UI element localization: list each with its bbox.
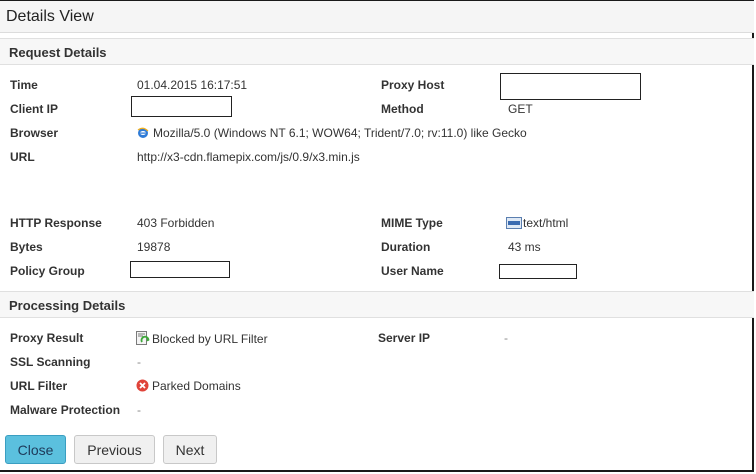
proxy-host-label: Proxy Host bbox=[381, 78, 445, 92]
proxy-result-label: Proxy Result bbox=[10, 331, 84, 345]
window-title: Details View bbox=[6, 8, 94, 25]
mime-type-text: text/html bbox=[523, 216, 569, 230]
previous-button[interactable]: Previous bbox=[74, 435, 155, 464]
user-name-value bbox=[499, 264, 577, 279]
server-ip-label: Server IP bbox=[378, 331, 431, 345]
ssl-scanning-label: SSL Scanning bbox=[10, 355, 91, 369]
title-bar: Details View bbox=[0, 1, 754, 33]
policy-group-value bbox=[130, 261, 230, 278]
mime-type-label: MIME Type bbox=[381, 216, 443, 230]
policy-group-label: Policy Group bbox=[10, 264, 85, 278]
malware-protection-label: Malware Protection bbox=[10, 403, 121, 417]
time-value: 01.04.2015 16:17:51 bbox=[137, 78, 248, 92]
bytes-value: 19878 bbox=[137, 240, 171, 254]
server-ip-value: - bbox=[504, 331, 508, 345]
next-button[interactable]: Next bbox=[163, 435, 217, 464]
blocked-x-icon bbox=[136, 379, 149, 395]
method-value: GET bbox=[508, 102, 533, 116]
blocked-filter-icon bbox=[136, 331, 150, 348]
url-filter-text: Parked Domains bbox=[152, 379, 241, 393]
client-ip-value bbox=[131, 96, 232, 117]
duration-value: 43 ms bbox=[508, 240, 541, 254]
http-response-label: HTTP Response bbox=[10, 216, 102, 230]
processing-details-header: Processing Details bbox=[0, 291, 754, 318]
ssl-scanning-value: - bbox=[137, 355, 141, 369]
proxy-host-value bbox=[500, 73, 641, 100]
url-label: URL bbox=[10, 150, 35, 164]
url-filter-value: Parked Domains bbox=[136, 379, 241, 395]
method-label: Method bbox=[381, 102, 424, 116]
bytes-label: Bytes bbox=[10, 240, 43, 254]
browser-user-agent: Mozilla/5.0 (Windows NT 6.1; WOW64; Trid… bbox=[153, 126, 527, 140]
request-details-title: Request Details bbox=[9, 45, 107, 60]
proxy-result-text: Blocked by URL Filter bbox=[152, 332, 268, 346]
duration-label: Duration bbox=[381, 240, 431, 254]
malware-protection-value: - bbox=[137, 403, 141, 417]
details-window bbox=[0, 0, 754, 472]
browser-label: Browser bbox=[10, 126, 59, 140]
url-filter-label: URL Filter bbox=[10, 379, 68, 393]
ie-browser-icon bbox=[137, 127, 149, 142]
url-value: http://x3-cdn.flamepix.com/js/0.9/x3.min… bbox=[137, 150, 360, 164]
proxy-result-value: Blocked by URL Filter bbox=[136, 331, 268, 348]
request-details-header: Request Details bbox=[0, 38, 754, 65]
time-label: Time bbox=[10, 78, 38, 92]
browser-value: Mozilla/5.0 (Windows NT 6.1; WOW64; Trid… bbox=[137, 126, 527, 142]
user-name-label: User Name bbox=[381, 264, 444, 278]
client-ip-label: Client IP bbox=[10, 102, 59, 116]
html-file-icon bbox=[506, 217, 522, 232]
processing-details-title: Processing Details bbox=[9, 298, 126, 313]
close-button[interactable]: Close bbox=[5, 435, 66, 464]
mime-type-value: text/html bbox=[506, 216, 568, 232]
http-response-value: 403 Forbidden bbox=[137, 216, 215, 230]
